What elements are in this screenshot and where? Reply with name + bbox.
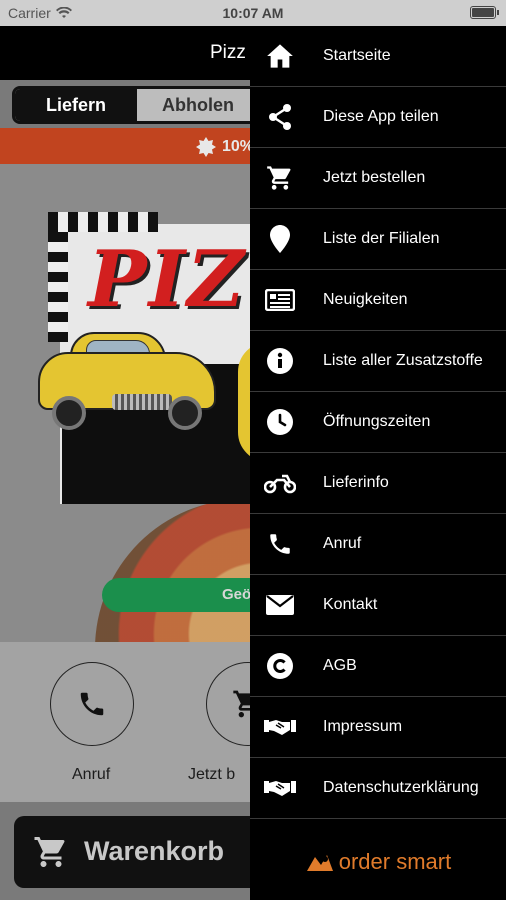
menu-item-contact[interactable]: Kontakt: [250, 575, 506, 636]
menu-label: Kontakt: [323, 596, 378, 613]
taxi-wheel: [52, 396, 86, 430]
menu-item-call[interactable]: Anruf: [250, 514, 506, 575]
delivery-mode-toggle[interactable]: Liefern Abholen: [12, 86, 262, 124]
call-action-label: Anruf: [72, 766, 111, 783]
menu-label: Anruf: [323, 535, 362, 552]
status-time: 10:07 AM: [222, 5, 284, 21]
menu-label: Diese App teilen: [323, 108, 439, 125]
menu-label: Impressum: [323, 718, 403, 735]
info-icon: [264, 346, 296, 376]
status-bar: Carrier 10:07 AM: [0, 0, 506, 26]
location-pin-icon: [264, 224, 296, 254]
phone-icon: [80, 692, 104, 716]
copyright-icon: [264, 651, 296, 681]
taxi-wheel: [168, 396, 202, 430]
logo-text: PIZ: [88, 234, 247, 325]
menu-item-order-now[interactable]: Jetzt bestellen: [250, 148, 506, 209]
phone-icon: [264, 529, 296, 559]
menu-item-startseite[interactable]: Startseite: [250, 26, 506, 87]
home-icon: [264, 41, 296, 71]
battery-icon: [470, 6, 499, 19]
menu-item-branches[interactable]: Liste der Filialen: [250, 209, 506, 270]
menu-item-opening-hours[interactable]: Öffnungszeiten: [250, 392, 506, 453]
news-icon: [264, 285, 296, 315]
handshake-icon: [264, 773, 296, 803]
page-title: Pizz: [210, 42, 246, 63]
menu-label: Jetzt bestellen: [323, 169, 426, 186]
side-menu-drawer: Startseite Diese App teilen Jetzt bestel…: [250, 26, 506, 900]
menu-label: Liste aller Zusatzstoffe: [323, 352, 483, 369]
menu-item-additives[interactable]: Liste aller Zusatzstoffe: [250, 331, 506, 392]
menu-item-delivery-info[interactable]: Lieferinfo: [250, 453, 506, 514]
motorcycle-icon: [264, 468, 296, 498]
order-smart-logo-icon: [306, 855, 333, 871]
clock-icon: [264, 407, 296, 437]
menu-label: Datenschutzerklärung: [323, 779, 479, 796]
cart-icon: [34, 837, 65, 867]
menu-label: Startseite: [323, 47, 391, 64]
cart-label: Warenkorb: [84, 836, 225, 866]
cart-icon: [264, 163, 296, 193]
menu-label: Lieferinfo: [323, 474, 389, 491]
opening-status-label: Geö: [222, 586, 252, 603]
badge-icon: [196, 137, 216, 157]
menu-item-share-app[interactable]: Diese App teilen: [250, 87, 506, 148]
menu-item-news[interactable]: Neuigkeiten: [250, 270, 506, 331]
menu-item-imprint[interactable]: Impressum: [250, 697, 506, 758]
checker-pattern-top: [48, 212, 158, 232]
menu-label: Liste der Filialen: [323, 230, 440, 247]
menu-label: Neuigkeiten: [323, 291, 408, 308]
taxi-grille: [112, 394, 172, 410]
brand-name: order smart: [338, 849, 452, 874]
menu-label: AGB: [323, 657, 357, 674]
envelope-icon: [264, 590, 296, 620]
segment-abholen[interactable]: Abholen: [137, 89, 259, 121]
segment-liefern[interactable]: Liefern: [15, 89, 137, 121]
menu-item-privacy[interactable]: Datenschutzerklärung: [250, 758, 506, 819]
handshake-icon: [264, 712, 296, 742]
menu-item-terms[interactable]: AGB: [250, 636, 506, 697]
order-action-label: Jetzt b: [188, 766, 236, 783]
share-icon: [264, 102, 296, 132]
brand-footer: order smart: [250, 824, 506, 900]
menu-label: Öffnungszeiten: [323, 413, 431, 430]
call-action-button[interactable]: [50, 662, 134, 746]
